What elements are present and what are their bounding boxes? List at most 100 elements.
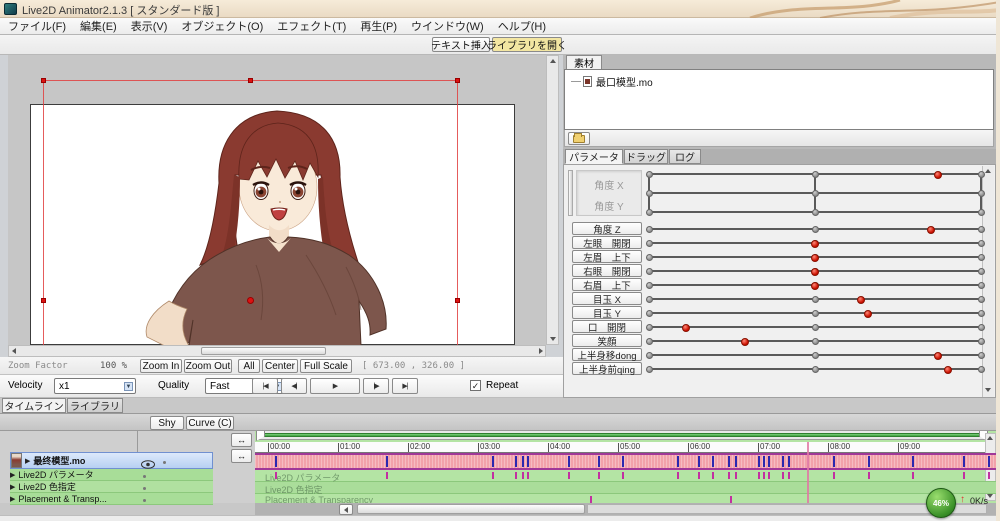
param-button-5[interactable]: 目玉 X — [572, 292, 642, 306]
selection-handle-top-right[interactable] — [455, 78, 460, 83]
track-row-0[interactable]: ▶ 最终模型.mo — [10, 452, 213, 469]
keyframe-tick[interactable] — [590, 496, 592, 503]
track-option-dot[interactable] — [143, 475, 146, 478]
keyframe-tick[interactable] — [762, 456, 765, 467]
slider-value-dot[interactable] — [681, 323, 690, 332]
keyframe-tick[interactable] — [734, 472, 737, 479]
slider-value-dot[interactable] — [933, 351, 942, 360]
tree-item-model[interactable]: 最口模型.mo — [571, 74, 653, 89]
network-percent-badge[interactable]: 46% — [926, 488, 956, 518]
expander-icon[interactable]: ▶ — [25, 457, 30, 465]
keyframe-tick[interactable] — [727, 456, 730, 467]
center-button[interactable]: Center — [262, 359, 298, 373]
keyframe-tick[interactable] — [522, 472, 525, 479]
track-row-3[interactable]: ▶ Placement & Transp... — [10, 493, 213, 505]
keyframe-tick[interactable] — [762, 472, 765, 479]
slider-value-dot[interactable] — [811, 267, 819, 276]
keyframe-row-0[interactable] — [255, 453, 996, 470]
track-row-1[interactable]: ▶ Live2D パラメータ — [10, 469, 213, 481]
keyframe-tick[interactable] — [832, 456, 835, 467]
keyframe-tick[interactable] — [385, 472, 388, 479]
keyframe-tick[interactable] — [622, 472, 625, 479]
param-button-2[interactable]: 左眉 上下 — [572, 250, 642, 264]
keyframe-tick[interactable] — [730, 496, 732, 503]
expander-icon[interactable]: ▶ — [10, 471, 15, 479]
skip-to-start-button[interactable]: |◀ — [252, 378, 278, 394]
keyframe-tick[interactable] — [711, 456, 714, 467]
param-button-4[interactable]: 右眉 上下 — [572, 278, 642, 292]
keyframe-tick[interactable] — [727, 472, 730, 479]
selection-handle-mid-left[interactable] — [41, 298, 46, 303]
tab-log[interactable]: ログ — [669, 149, 701, 164]
menu-item-6[interactable]: ウインドウ(W) — [411, 18, 484, 34]
selection-right-edge[interactable] — [457, 80, 458, 345]
menu-item-4[interactable]: エフェクト(T) — [277, 18, 346, 34]
text-insert-button[interactable]: テキスト挿入 — [431, 37, 491, 52]
zoom-in-button[interactable]: Zoom In — [140, 359, 182, 373]
keyframe-tick[interactable] — [788, 472, 791, 479]
keyframe-tick[interactable] — [568, 456, 571, 467]
menu-item-3[interactable]: オブジェクト(O) — [181, 18, 263, 34]
menu-item-0[interactable]: ファイル(F) — [8, 18, 66, 34]
param-button-9[interactable]: 上半身移dong — [572, 348, 642, 362]
xy-value-dot[interactable] — [933, 170, 942, 179]
track-option-dot[interactable] — [163, 460, 166, 464]
keyframe-tick[interactable] — [275, 456, 277, 467]
param-button-6[interactable]: 目玉 Y — [572, 306, 642, 320]
tab-materials[interactable]: 素材 — [566, 55, 602, 70]
step-back-button[interactable]: ◀| — [281, 378, 307, 394]
keyframe-tick[interactable] — [492, 456, 494, 467]
keyframe-row-2[interactable]: Live2D 色指定 — [255, 482, 996, 495]
slider-value-dot[interactable] — [927, 225, 936, 234]
repeat-checkbox[interactable]: ✓ — [470, 380, 481, 391]
selection-handle-top-left[interactable] — [41, 78, 46, 83]
expand-horizontal-button[interactable]: ↔ — [231, 433, 252, 447]
keyframe-tick[interactable] — [963, 456, 966, 467]
keyframe-tick[interactable] — [781, 472, 784, 479]
keyframe-tick[interactable] — [275, 472, 277, 479]
network-monitor-widget[interactable]: 46% ↑ 0K/s — [926, 488, 996, 520]
canvas-vertical-scrollbar[interactable] — [546, 55, 559, 345]
keyframe-tick[interactable] — [832, 472, 835, 479]
fit-all-button[interactable]: All — [238, 359, 260, 373]
range-handle-left[interactable] — [256, 431, 265, 441]
stage-canvas[interactable] — [8, 55, 546, 345]
expander-icon[interactable]: ▶ — [10, 483, 15, 491]
keyframe-tick[interactable] — [767, 472, 770, 479]
zoom-out-button[interactable]: Zoom Out — [184, 359, 232, 373]
step-forward-button[interactable]: |▶ — [363, 378, 389, 394]
selection-center-point[interactable] — [247, 297, 254, 304]
param-button-8[interactable]: 笑顔 — [572, 334, 642, 348]
keyframe-tick[interactable] — [597, 472, 600, 479]
slider-value-dot[interactable] — [811, 253, 819, 262]
timeline-ruler[interactable]: 00:00 01:00 02:00 03:00 04:00 05:00 06:00 07:00… — [255, 442, 996, 453]
full-scale-button[interactable]: Full Scale — [300, 359, 352, 373]
expand-horizontal-button[interactable]: ↔ — [231, 449, 252, 463]
menu-item-7[interactable]: ヘルプ(H) — [498, 18, 546, 34]
keyframe-tick[interactable] — [676, 472, 679, 479]
play-button[interactable]: ▶ — [310, 378, 360, 394]
param-button-0[interactable]: 角度 Z — [572, 222, 642, 236]
keyframe-tick[interactable] — [758, 472, 760, 479]
param-button-10[interactable]: 上半身前qing — [572, 362, 642, 376]
selection-handle-top-center[interactable] — [248, 78, 253, 83]
shy-button[interactable]: Shy — [150, 416, 184, 430]
keyframe-tick[interactable] — [527, 456, 529, 467]
slider-value-dot[interactable] — [741, 337, 750, 346]
expander-icon[interactable]: ▶ — [10, 495, 15, 503]
keyframe-tick[interactable] — [697, 472, 700, 479]
keyframe-tick[interactable] — [597, 456, 600, 467]
keyframe-tick[interactable] — [912, 456, 914, 467]
slider-value-dot[interactable] — [943, 365, 952, 374]
tab-timeline[interactable]: タイムライン — [2, 398, 66, 413]
keyframe-row-3[interactable]: Placement & Transparency — [255, 494, 996, 503]
slider-value-dot[interactable] — [857, 295, 866, 304]
open-folder-button[interactable] — [568, 132, 590, 145]
selection-handle-mid-right[interactable] — [455, 298, 460, 303]
keyframe-area[interactable]: 7 seconds 21 frames 00:0001:0002:0003:00… — [255, 431, 996, 503]
menu-item-2[interactable]: 表示(V) — [131, 18, 168, 34]
tab-library[interactable]: ライブラリ — [67, 398, 123, 413]
param-button-3[interactable]: 右眼 開閉 — [572, 264, 642, 278]
stage-white-area[interactable] — [30, 104, 515, 345]
keyframe-tick[interactable] — [963, 472, 966, 479]
